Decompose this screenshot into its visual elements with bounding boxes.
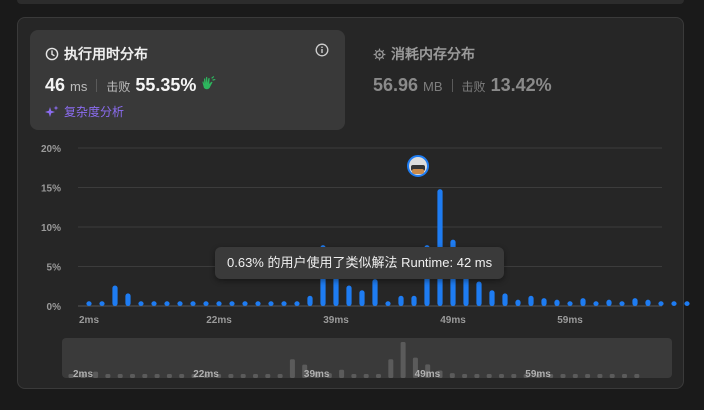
mini-x-tick-label: 39ms (304, 369, 330, 380)
mini-x-tick-label: 49ms (415, 369, 441, 380)
mini-bar (400, 342, 406, 378)
mini-bar (154, 374, 160, 378)
mini-bar (265, 374, 271, 378)
mini-bar (117, 374, 123, 378)
mini-bar (240, 374, 246, 378)
mini-bar (462, 374, 468, 378)
mini-bar (388, 359, 394, 378)
mini-bar (253, 374, 258, 378)
mini-x-tick-label: 59ms (525, 369, 551, 380)
range-brush-mini-chart[interactable]: 2ms 22ms 39ms 49ms 59ms (0, 0, 704, 410)
mini-bar (179, 374, 185, 378)
mini-bar (93, 371, 99, 378)
mini-bar (572, 374, 578, 378)
mini-bar (351, 374, 357, 378)
mini-bar (166, 374, 172, 378)
mini-bar (363, 374, 369, 378)
mini-x-tick-label: 2ms (73, 369, 93, 380)
mini-bar (277, 374, 283, 378)
mini-bar (339, 369, 345, 378)
mini-bar (622, 374, 627, 378)
mini-bar (511, 374, 517, 378)
mini-bar (609, 374, 615, 378)
mini-bar (499, 374, 504, 378)
mini-bar (130, 374, 135, 378)
mini-bar (105, 374, 111, 378)
mini-x-tick-label: 22ms (193, 369, 219, 380)
mini-bar (449, 373, 455, 378)
mini-bar (486, 374, 492, 378)
mini-bar (634, 374, 640, 378)
mini-bar (142, 374, 148, 378)
mini-bar (376, 374, 381, 378)
mini-bar (597, 374, 603, 378)
mini-bar (585, 374, 591, 378)
mini-bar (474, 374, 480, 378)
mini-bar (289, 359, 295, 378)
mini-bar (228, 374, 234, 378)
mini-bar (560, 374, 566, 378)
